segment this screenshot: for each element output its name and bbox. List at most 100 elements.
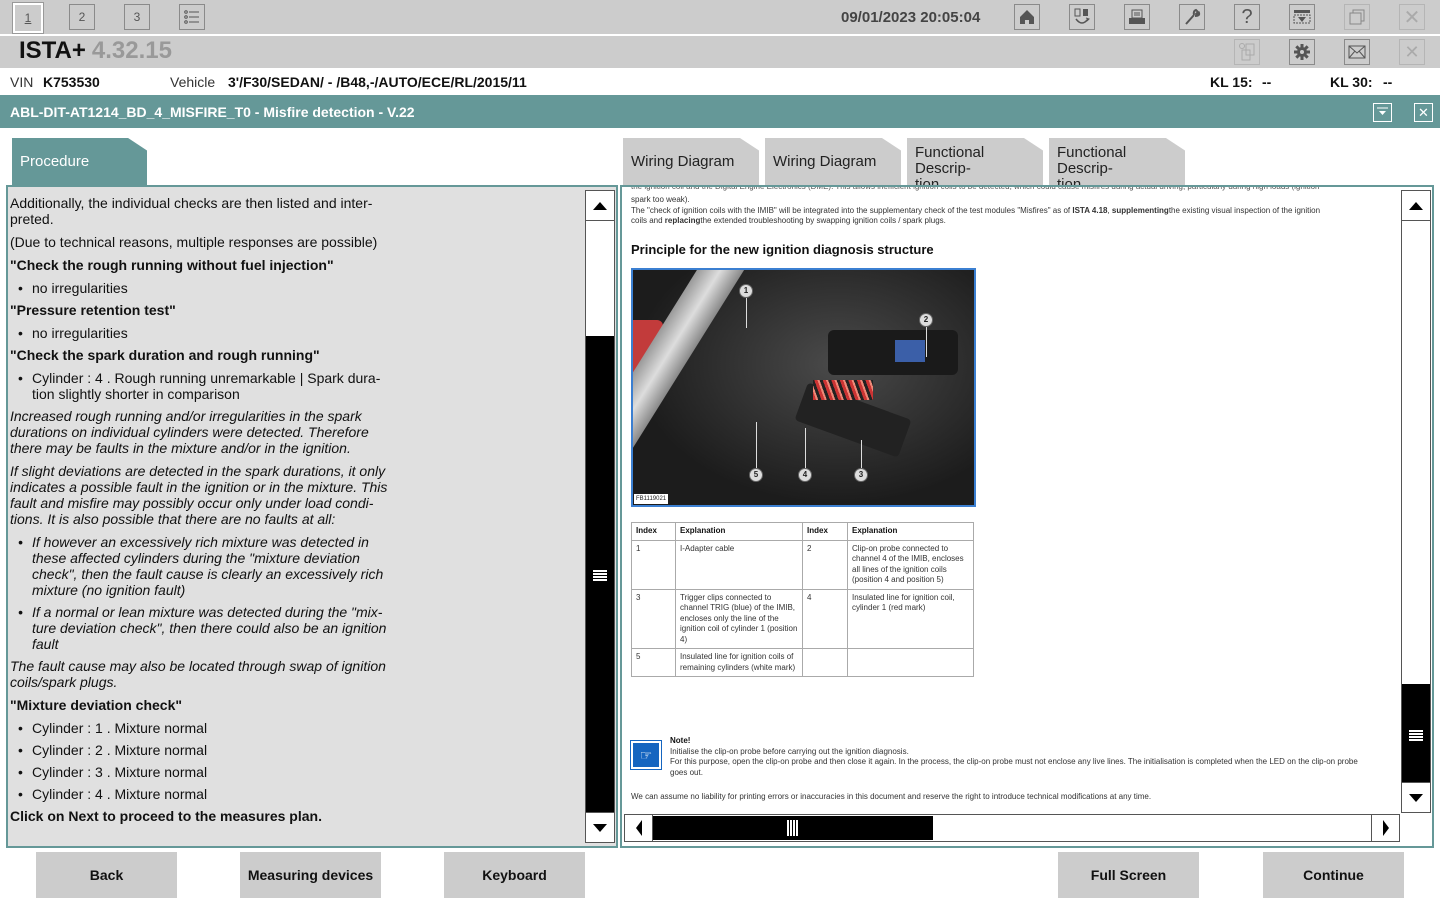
- scroll-thumb[interactable]: [1402, 684, 1430, 786]
- download-icon: [1293, 10, 1311, 24]
- table-cell: I-Adapter cable: [675, 539, 803, 590]
- view-2-button[interactable]: 2: [69, 4, 95, 30]
- tab-procedure[interactable]: Procedure: [12, 138, 147, 186]
- note-text: Note! Initialise the clip-on probe befor…: [670, 736, 1370, 778]
- scroll-thumb[interactable]: [586, 336, 614, 814]
- photo-probe-label: [895, 340, 925, 362]
- view-3-button[interactable]: 3: [124, 4, 150, 30]
- wrench-button[interactable]: [1179, 4, 1205, 30]
- callout: 4: [798, 468, 812, 482]
- tab-functional-description-2[interactable]: Functional Descrip-tion: [1049, 138, 1185, 186]
- scroll-down-button[interactable]: [586, 812, 614, 842]
- app-title: ISTA+ 4.32.15: [19, 37, 172, 65]
- section-heading: Principle for the new ignition diagnosis…: [631, 242, 934, 257]
- settings-button[interactable]: [1289, 39, 1315, 65]
- print-button[interactable]: [1124, 4, 1150, 30]
- table-cell: Insulated line for ignition coils of rem…: [675, 648, 803, 677]
- multiple-responses-note: (Due to technical reasons, multiple resp…: [10, 234, 378, 250]
- swap-button[interactable]: [1069, 4, 1095, 30]
- column-header: Index: [631, 522, 676, 541]
- scroll-thumb[interactable]: [653, 816, 933, 840]
- measuring-devices-button[interactable]: Measuring devices: [240, 852, 381, 898]
- view-1-button[interactable]: 1: [12, 2, 44, 34]
- clipboard-button[interactable]: [1234, 39, 1260, 65]
- scroll-up-button[interactable]: [1402, 191, 1430, 221]
- footer-instruction: Click on Next to proceed to the measures…: [10, 808, 322, 824]
- check-title: "Check the spark duration and rough runn…: [10, 347, 320, 363]
- callout-line: [746, 298, 747, 328]
- procedure-panel: Additionally, the individual checks are …: [6, 185, 618, 848]
- engine-photo: 1 2 3 4 5 FB1119021: [631, 268, 976, 507]
- photo-wires: [813, 380, 873, 400]
- tab-label-line1: Functional Descrip-: [1057, 144, 1127, 177]
- list-item: Cylinder : 1 . Mixture normal: [10, 720, 390, 736]
- scroll-down-button[interactable]: [1402, 782, 1430, 812]
- close-session-button[interactable]: ✕: [1399, 39, 1425, 65]
- keyboard-button[interactable]: Keyboard: [444, 852, 585, 898]
- table-row: 3 Trigger clips connected to channel TRI…: [631, 588, 974, 649]
- table-cell: 3: [631, 588, 676, 649]
- check-title: "Pressure retention test": [10, 302, 176, 318]
- home-button[interactable]: [1014, 4, 1040, 30]
- photo-clip-probe: [828, 330, 958, 375]
- tab-wiring-diagram-2[interactable]: Wiring Diagram: [765, 138, 901, 186]
- gear-icon: [1294, 44, 1310, 60]
- table-cell: Clip-on probe connected to channel 4 of …: [847, 539, 974, 590]
- list-item: If a normal or lean mixture was detected…: [10, 604, 390, 652]
- module-header: ABL-DIT-AT1214_BD_4_MISFIRE_T0 - Misfire…: [0, 95, 1440, 128]
- help-button[interactable]: ?: [1234, 4, 1260, 30]
- print-icon: [1129, 9, 1145, 24]
- check-result-list: no irregularities: [10, 280, 390, 296]
- vehicle-label: Vehicle: [170, 74, 216, 90]
- scroll-left-button[interactable]: [625, 815, 653, 841]
- arrow-right-icon: [1382, 820, 1389, 836]
- download-button[interactable]: [1289, 4, 1315, 30]
- mail-button[interactable]: [1344, 39, 1370, 65]
- tab-label-line1: Functional Descrip-: [915, 144, 985, 177]
- close-module-button[interactable]: ✕: [1414, 103, 1433, 122]
- cut-off-line: the ignition coil and the Digital Engine…: [631, 185, 1320, 191]
- windows-icon: [1349, 9, 1365, 25]
- wrench-icon: [1185, 8, 1201, 25]
- procedure-vertical-scrollbar[interactable]: [585, 190, 615, 843]
- windows-button[interactable]: [1344, 4, 1370, 30]
- close-app-button[interactable]: ✕: [1399, 4, 1425, 30]
- app-name: ISTA+: [19, 37, 86, 64]
- tab-wiring-diagram-1[interactable]: Wiring Diagram: [623, 138, 759, 186]
- vin-label: VIN: [10, 74, 34, 90]
- module-title: ABL-DIT-AT1214_BD_4_MISFIRE_T0 - Misfire…: [10, 104, 415, 120]
- check-result-list: no irregularities: [10, 325, 390, 341]
- document-vertical-scrollbar[interactable]: [1401, 190, 1431, 813]
- grip-icon: [787, 820, 799, 836]
- scroll-right-button[interactable]: [1371, 815, 1399, 841]
- tab-functional-description-1[interactable]: Functional Descrip-tion: [907, 138, 1043, 186]
- document-panel: the ignition coil and the Digital Engine…: [620, 185, 1434, 848]
- italic-paragraph: The fault cause may also be located thro…: [10, 658, 386, 690]
- app-version: 4.32.15: [91, 37, 172, 64]
- help-icon: ?: [1241, 5, 1253, 28]
- column-header: Explanation: [847, 522, 974, 541]
- table-header-row: Index Explanation Index Explanation: [631, 522, 974, 541]
- collapse-button[interactable]: [1373, 103, 1392, 122]
- table-cell: [802, 648, 848, 677]
- document-horizontal-scrollbar[interactable]: [624, 814, 1400, 842]
- procedure-content: Additionally, the individual checks are …: [10, 195, 390, 831]
- list-item: no irregularities: [10, 325, 390, 341]
- continue-button[interactable]: Continue: [1263, 852, 1404, 898]
- list-item: Cylinder : 2 . Mixture normal: [10, 742, 390, 758]
- italic-list: If however an excessively rich mixture w…: [10, 534, 390, 652]
- scroll-up-button[interactable]: [586, 191, 614, 221]
- note-line: Initialise the clip-on probe before carr…: [670, 746, 909, 756]
- kl15-label: KL 15:: [1210, 74, 1253, 90]
- index-table: Index Explanation Index Explanation 1 I-…: [631, 522, 974, 677]
- list-button[interactable]: [179, 4, 205, 30]
- kl30-label: KL 30:: [1330, 74, 1373, 90]
- callout-line: [926, 327, 927, 357]
- full-screen-button[interactable]: Full Screen: [1058, 852, 1199, 898]
- check-result-list: Cylinder : 4 . Rough running unremarkabl…: [10, 370, 390, 402]
- title-bar: ISTA+ 4.32.15 ✕: [0, 36, 1440, 68]
- back-button[interactable]: Back: [36, 852, 177, 898]
- vehicle-info-row: VIN K753530 Vehicle 3'/F30/SEDAN/ - /B48…: [0, 68, 1440, 95]
- list-item: no irregularities: [10, 280, 390, 296]
- mail-icon: [1348, 45, 1366, 59]
